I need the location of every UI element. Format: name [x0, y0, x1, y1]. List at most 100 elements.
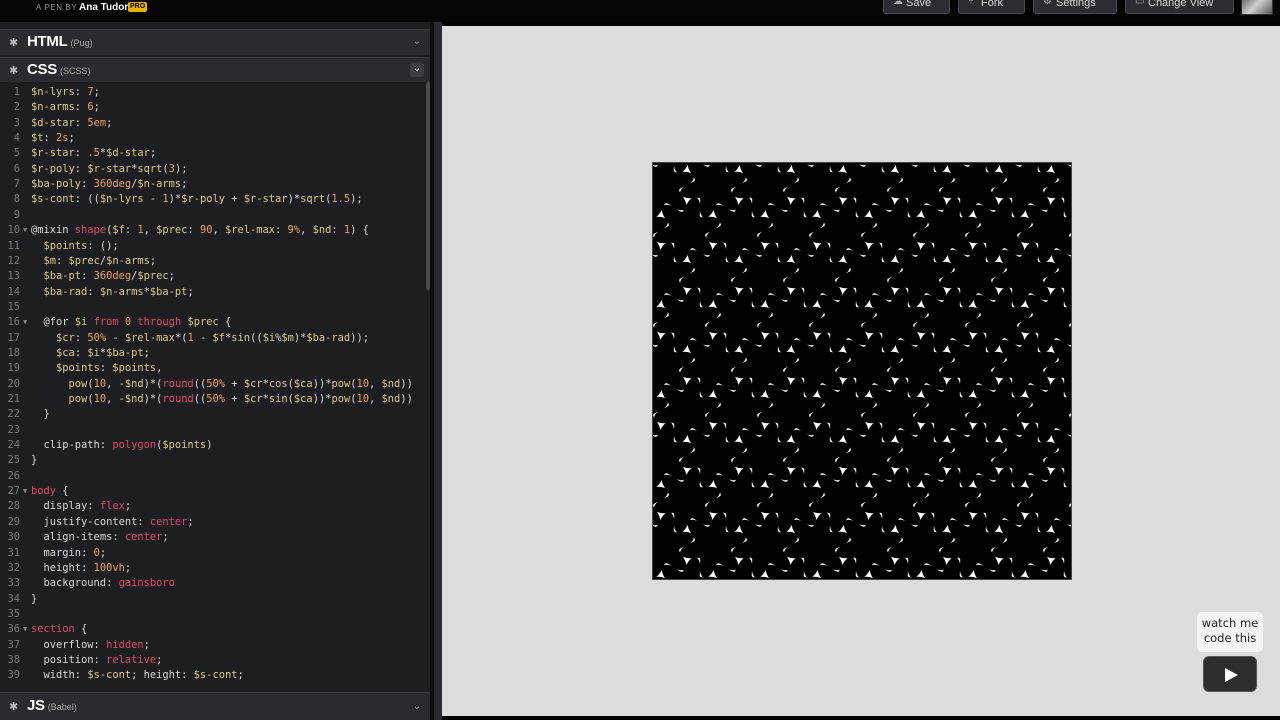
- code-line[interactable]: 33 background: gainsboro: [0, 576, 426, 591]
- line-number: 22: [7, 408, 20, 421]
- code-line[interactable]: 3 $d-star: 5em;: [0, 116, 426, 131]
- code-line[interactable]: 28 display: flex;: [0, 499, 426, 514]
- author-name[interactable]: Ana Tudor: [79, 0, 128, 15]
- code-text: section {: [31, 623, 88, 636]
- pen-by-label: A PEN BY: [36, 3, 78, 12]
- code-line[interactable]: 19 $points: $points,: [0, 361, 426, 376]
- code-text: background: gainsboro: [31, 577, 175, 590]
- top-bar: A PEN BY Ana Tudor PRO ☁ Save ⑂ Fork ⚙ S…: [0, 0, 1280, 22]
- chevron-down-icon[interactable]: ⌄: [410, 701, 424, 715]
- fork-button-label: Fork: [981, 0, 1003, 9]
- code-line[interactable]: 31 margin: 0;: [0, 546, 426, 561]
- save-button[interactable]: ☁ Save: [883, 0, 950, 14]
- fold-arrow-icon[interactable]: ▼: [23, 484, 27, 499]
- change-view-button[interactable]: ▭ Change View: [1125, 0, 1234, 14]
- code-line[interactable]: 34}: [0, 592, 426, 607]
- code-text: $points: ();: [43, 239, 119, 252]
- js-lang-label: JS: [27, 697, 45, 714]
- fold-arrow-icon[interactable]: ▼: [23, 315, 27, 330]
- settings-button[interactable]: ⚙ Settings: [1033, 0, 1117, 14]
- code-line[interactable]: 21 pow(10, -$nd)*(round((50% + $cr*sin($…: [0, 392, 426, 407]
- code-text: width: $s-cont; height: $s-cont;: [31, 669, 244, 682]
- fold-arrow-icon[interactable]: ▼: [23, 223, 27, 238]
- code-line[interactable]: 24 clip-path: polygon($points): [0, 438, 426, 453]
- code-line[interactable]: 13 $ba-pt: 360deg/$prec;: [0, 269, 426, 284]
- code-line[interactable]: 7 $ba-poly: 360deg/$n-arms;: [0, 177, 426, 192]
- html-panel-title: HTML (Pug): [27, 33, 92, 50]
- line-number: 34: [7, 592, 20, 605]
- cloud-icon: ☁: [893, 0, 903, 7]
- code-line[interactable]: 25}: [0, 453, 426, 468]
- code-line[interactable]: 14 $ba-rad: $n-arms*$ba-pt;: [0, 285, 426, 300]
- code-text: $cr: 50% - $rel-max*(1 - $f*sin(($i%$m)*…: [56, 331, 369, 344]
- chevron-down-icon[interactable]: ⌄: [410, 36, 424, 50]
- line-number: 14: [7, 285, 20, 298]
- code-line[interactable]: 26: [0, 469, 426, 484]
- code-line[interactable]: 30 align-items: center;: [0, 530, 426, 545]
- code-line[interactable]: 8 $s-cont: (($n-lyrs - 1)*$r-poly + $r-st…: [0, 192, 426, 207]
- code-line[interactable]: 9: [0, 208, 426, 223]
- line-number: 32: [7, 561, 20, 574]
- line-number: 7: [13, 178, 20, 191]
- line-number: 24: [7, 439, 20, 452]
- avatar[interactable]: [1241, 0, 1273, 15]
- code-line[interactable]: 37 overflow: hidden;: [0, 638, 426, 653]
- chevron-down-icon[interactable]: ⌄: [410, 63, 424, 77]
- code-text: $m: $prec/$n-arms;: [43, 254, 157, 267]
- line-number: 23: [7, 423, 20, 436]
- line-number: 8: [13, 193, 20, 206]
- line-number: 5: [13, 147, 20, 160]
- star-pattern: [652, 162, 1072, 580]
- code-line[interactable]: 5 $r-star: .5*$d-star;: [0, 146, 426, 161]
- code-line[interactable]: 2 $n-arms: 6;: [0, 100, 426, 115]
- code-text: $r-poly: $r-star*sqrt(3);: [31, 162, 188, 175]
- code-line[interactable]: 23: [0, 423, 426, 438]
- css-panel-title: CSS (SCSS): [27, 61, 90, 78]
- code-line[interactable]: 32 height: 100vh;: [0, 561, 426, 576]
- line-number: 17: [7, 331, 20, 344]
- css-panel-header[interactable]: ✱ CSS (SCSS) ⌄: [0, 57, 432, 82]
- code-line[interactable]: 6 $r-poly: $r-star*sqrt(3);: [0, 162, 426, 177]
- line-number: 10: [7, 224, 20, 237]
- code-line[interactable]: 15: [0, 300, 426, 315]
- code-text: height: 100vh;: [31, 561, 132, 574]
- js-panel-header[interactable]: ✱ JS (Babel) ⌄: [0, 692, 432, 720]
- code-text: }: [31, 592, 38, 605]
- fork-button[interactable]: ⑂ Fork: [958, 0, 1025, 14]
- line-number: 6: [13, 162, 20, 175]
- line-number: 38: [7, 653, 20, 666]
- code-text: $n-arms: 6;: [31, 101, 100, 114]
- fold-arrow-icon[interactable]: ▼: [23, 622, 27, 637]
- code-line[interactable]: 4 $t: 2s;: [0, 131, 426, 146]
- code-line[interactable]: 17 $cr: 50% - $rel-max*(1 - $f*sin(($i%$…: [0, 331, 426, 346]
- code-line[interactable]: 11 $points: ();: [0, 239, 426, 254]
- code-line[interactable]: 22 }: [0, 407, 426, 422]
- gear-icon[interactable]: ✱: [9, 36, 18, 49]
- line-number: 39: [7, 669, 20, 682]
- code-text: }: [31, 454, 38, 467]
- code-line[interactable]: 1 $n-lyrs: 7;: [0, 85, 426, 100]
- code-line[interactable]: 27 ▼ body {: [0, 484, 426, 499]
- css-code-editor[interactable]: 1 $n-lyrs: 7; 2 $n-arms: 6; 3 $d-star: 5em; 4 $…: [0, 82, 426, 690]
- code-line[interactable]: 36 ▼ section {: [0, 622, 426, 637]
- code-line[interactable]: 39 width: $s-cont; height: $s-cont;: [0, 668, 426, 683]
- css-lang-label: CSS: [27, 61, 57, 78]
- code-line[interactable]: 29 justify-content: center;: [0, 515, 426, 530]
- html-panel-header[interactable]: ✱ HTML (Pug) ⌄: [0, 29, 432, 55]
- code-line[interactable]: 35: [0, 607, 426, 622]
- code-line[interactable]: 16 ▼ @for $i from 0 through $prec {: [0, 315, 426, 330]
- code-line[interactable]: 38 position: relative;: [0, 653, 426, 668]
- code-text: $ba-poly: 360deg/$n-arms;: [31, 178, 188, 191]
- js-panel-title: JS (Babel): [27, 697, 77, 714]
- gear-icon[interactable]: ✱: [9, 700, 18, 713]
- line-number: 1: [13, 86, 20, 98]
- gear-icon[interactable]: ✱: [9, 64, 18, 77]
- preview-gutter[interactable]: [434, 22, 442, 720]
- code-line[interactable]: 12 $m: $prec/$n-arms;: [0, 254, 426, 269]
- line-number: 28: [7, 500, 20, 513]
- code-line[interactable]: 10 ▼ @mixin shape($f: 1, $prec: 90, $rel-m…: [0, 223, 426, 238]
- play-button[interactable]: [1203, 656, 1257, 692]
- code-line[interactable]: 20 pow(10, -$nd)*(round((50% + $cr*cos($…: [0, 377, 426, 392]
- line-number: 35: [7, 607, 20, 620]
- code-line[interactable]: 18 $ca: $i*$ba-pt;: [0, 346, 426, 361]
